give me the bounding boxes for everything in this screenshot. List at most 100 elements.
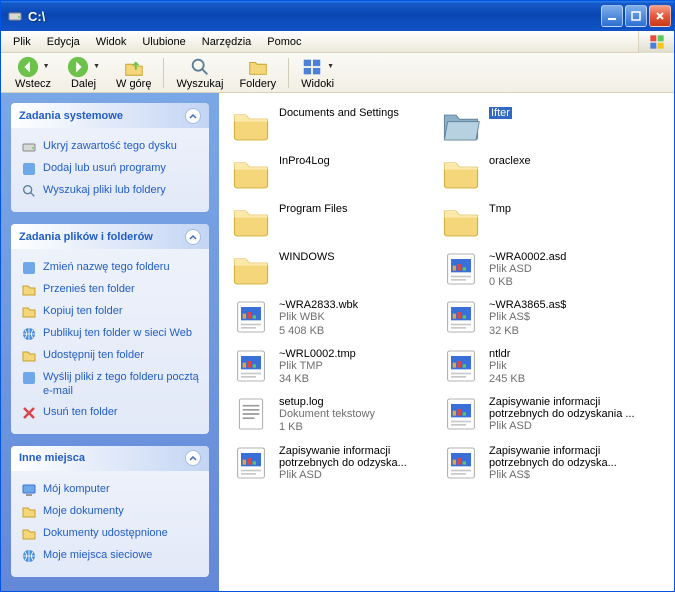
item-type: Plik AS$ xyxy=(489,469,637,482)
item-name: WINDOWS xyxy=(279,251,335,263)
task-link[interactable]: Ukryj zawartość tego dysku xyxy=(21,136,199,158)
file-item[interactable]: InPro4Log xyxy=(223,149,433,197)
views-icon xyxy=(301,56,323,78)
mydocs-icon xyxy=(21,504,37,520)
task-link[interactable]: Wyszukaj pliki lub foldery xyxy=(21,180,199,202)
file-item[interactable]: Ifter xyxy=(433,101,643,149)
back-button[interactable]: ▼Wstecz xyxy=(7,54,59,92)
email-icon xyxy=(21,370,37,386)
titlebar[interactable]: C:\ xyxy=(1,1,674,31)
forward-icon xyxy=(67,56,89,78)
file-item[interactable]: ~WRL0002.tmpPlik TMP34 KB xyxy=(223,342,433,390)
views-button[interactable]: ▼Widoki xyxy=(293,54,342,92)
window-title: C:\ xyxy=(28,9,601,24)
file-item[interactable]: setup.logDokument tekstowy1 KB xyxy=(223,390,433,438)
menu-favorites[interactable]: Ulubione xyxy=(134,33,193,51)
item-size: 245 KB xyxy=(489,373,525,386)
item-size: 1 KB xyxy=(279,421,375,434)
task-link-label: Dodaj lub usuń programy xyxy=(43,161,166,175)
menu-help[interactable]: Pomoc xyxy=(259,33,309,51)
file-item[interactable]: oraclexe xyxy=(433,149,643,197)
sidebar: Zadania systemowe Ukryj zawartość tego dy… xyxy=(1,93,219,591)
task-link[interactable]: Publikuj ten folder w sieci Web xyxy=(21,323,199,345)
chevron-up-icon[interactable] xyxy=(185,450,201,466)
file-item[interactable]: ~WRA0002.asdPlik ASD0 KB xyxy=(433,245,643,293)
task-link[interactable]: Mój komputer xyxy=(21,479,199,501)
task-link-label: Mój komputer xyxy=(43,482,110,496)
search-button[interactable]: Wyszukaj xyxy=(168,54,231,92)
item-name: oraclexe xyxy=(489,155,531,167)
explorer-window: C:\ Plik Edycja Widok Ulubione Narzędzia… xyxy=(0,0,675,592)
task-link[interactable]: Moje miejsca sieciowe xyxy=(21,545,199,567)
file-item[interactable]: Tmp xyxy=(433,197,643,245)
file-app-icon xyxy=(439,346,483,386)
task-link-label: Udostępnij ten folder xyxy=(43,348,144,362)
item-type: Dokument tekstowy xyxy=(279,408,375,421)
menu-file[interactable]: Plik xyxy=(5,33,39,51)
chevron-up-icon[interactable] xyxy=(185,229,201,245)
item-name: Zapisywanie informacji potrzebnych do od… xyxy=(489,396,637,420)
task-link[interactable]: Kopiuj ten folder xyxy=(21,301,199,323)
file-item[interactable]: ~WRA3865.as$Plik AS$32 KB xyxy=(433,293,643,341)
task-link[interactable]: Zmień nazwę tego folderu xyxy=(21,257,199,279)
task-link[interactable]: Dodaj lub usuń programy xyxy=(21,158,199,180)
copy-icon xyxy=(21,304,37,320)
menu-edit[interactable]: Edycja xyxy=(39,33,88,51)
folders-button[interactable]: Foldery xyxy=(231,54,284,92)
content-area[interactable]: Documents and Settings IfterInPro4Log orac… xyxy=(219,93,674,591)
item-name: Zapisywanie informacji potrzebnych do od… xyxy=(279,445,427,469)
item-name: ~WRA2833.wbk xyxy=(279,299,358,311)
search-icon xyxy=(189,56,211,78)
item-name: Documents and Settings xyxy=(279,107,399,119)
panel-header[interactable]: Inne miejsca xyxy=(11,446,209,471)
folder-icon xyxy=(229,249,273,289)
toolbar: ▼Wstecz ▼Dalej W górę Wyszukaj Foldery ▼… xyxy=(1,53,674,93)
xp-logo xyxy=(638,31,674,53)
back-icon xyxy=(17,56,39,78)
file-item[interactable]: Zapisywanie informacji potrzebnych do od… xyxy=(433,390,643,438)
forward-button[interactable]: ▼Dalej xyxy=(59,54,108,92)
maximize-button[interactable] xyxy=(625,5,647,27)
share-icon xyxy=(21,348,37,364)
item-name: setup.log xyxy=(279,396,375,408)
file-app-icon xyxy=(229,346,273,386)
item-size: 34 KB xyxy=(279,373,356,386)
item-size: 32 KB xyxy=(489,325,566,338)
menu-tools[interactable]: Narzędzia xyxy=(194,33,260,51)
file-item[interactable]: Program Files xyxy=(223,197,433,245)
close-button[interactable] xyxy=(649,5,671,27)
task-link-label: Ukryj zawartość tego dysku xyxy=(43,139,177,153)
panel-header[interactable]: Zadania systemowe xyxy=(11,103,209,128)
file-item[interactable]: ntldrPlik245 KB xyxy=(433,342,643,390)
file-item[interactable]: Zapisywanie informacji potrzebnych do od… xyxy=(223,439,433,487)
task-link[interactable]: Przenieś ten folder xyxy=(21,279,199,301)
chevron-up-icon[interactable] xyxy=(185,108,201,124)
task-link[interactable]: Dokumenty udostępnione xyxy=(21,523,199,545)
task-link[interactable]: Usuń ten folder xyxy=(21,402,199,424)
task-link[interactable]: Moje dokumenty xyxy=(21,501,199,523)
task-link[interactable]: Udostępnij ten folder xyxy=(21,345,199,367)
item-type: Plik AS$ xyxy=(489,311,566,324)
file-item[interactable]: Documents and Settings xyxy=(223,101,433,149)
search-icon xyxy=(21,183,37,199)
item-type: Plik xyxy=(489,360,525,373)
file-item[interactable]: Zapisywanie informacji potrzebnych do od… xyxy=(433,439,643,487)
item-name: Tmp xyxy=(489,203,511,215)
up-button[interactable]: W górę xyxy=(108,54,159,92)
item-type: Plik ASD xyxy=(279,469,427,482)
task-link-label: Wyślij pliki z tego folderu pocztą e-mai… xyxy=(43,370,199,399)
folder-icon xyxy=(439,153,483,193)
file-item[interactable]: WINDOWS xyxy=(223,245,433,293)
menu-view[interactable]: Widok xyxy=(88,33,135,51)
file-app-icon xyxy=(229,297,273,337)
folders-icon xyxy=(247,56,269,78)
file-app-icon xyxy=(229,443,273,483)
task-panel: Zadania systemowe Ukryj zawartość tego dy… xyxy=(11,103,209,212)
task-link[interactable]: Wyślij pliki z tego folderu pocztą e-mai… xyxy=(21,367,199,402)
file-item[interactable]: ~WRA2833.wbkPlik WBK5 408 KB xyxy=(223,293,433,341)
panel-header[interactable]: Zadania plików i folderów xyxy=(11,224,209,249)
task-link-label: Usuń ten folder xyxy=(43,405,118,419)
folder-icon xyxy=(229,201,273,241)
minimize-button[interactable] xyxy=(601,5,623,27)
task-link-label: Dokumenty udostępnione xyxy=(43,526,168,540)
